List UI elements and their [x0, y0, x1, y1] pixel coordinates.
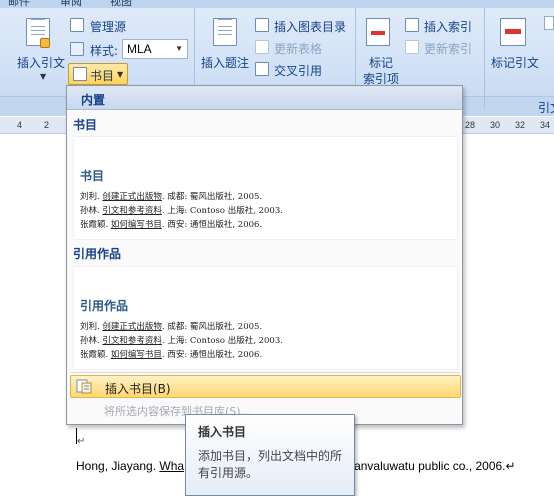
red-bar-icon — [371, 31, 385, 35]
insert-caption-button[interactable]: 插入题注 — [198, 14, 252, 74]
insert-toa-icon — [544, 16, 554, 30]
ruler-tick: 4 — [17, 120, 23, 130]
style-select[interactable]: MLA ▼ — [122, 39, 188, 59]
mark-citation-icon — [500, 18, 526, 46]
update-table-label: 更新表格 — [274, 42, 323, 56]
mark-entry-label-1: 标记 — [369, 56, 394, 70]
dropdown-header-label: 内置 — [81, 93, 106, 107]
bibliography-dropdown: 内置 书目 书目 刘利. 创建正式出版物. 成都: 蜀风出版社, 2005. 孙… — [66, 85, 463, 425]
update-index-label: 更新索引 — [424, 42, 473, 56]
paragraph-mark: ↵ — [77, 436, 86, 447]
insert-table-of-figures-label: 插入图表目录 — [274, 20, 347, 34]
preview-title: 书目 — [80, 169, 105, 183]
tab-view[interactable]: 视图 — [110, 0, 132, 8]
group-label-toa: 引文 — [538, 101, 554, 115]
mark-citation-button[interactable]: 标记引文 — [488, 14, 544, 74]
update-index-button: 更新索引 — [405, 38, 483, 58]
insert-bibliography-icon — [76, 379, 92, 394]
insert-bibliography-menu-item[interactable]: 插入书目(B) — [70, 375, 461, 398]
reference-author: Hong, Jiayang. — [76, 459, 160, 473]
ruler-tick: 28 — [465, 120, 476, 130]
chevron-down-icon: ▼ — [175, 44, 183, 53]
update-table-icon — [255, 40, 269, 54]
gallery-section-title: 书目 — [73, 118, 98, 132]
citation-badge-icon — [40, 38, 50, 48]
gallery-section-title: 引用作品 — [73, 247, 122, 261]
tooltip-title: 插入书目 — [198, 425, 247, 439]
cross-reference-button[interactable]: 交叉引用 — [255, 60, 355, 80]
style-select-value: MLA — [127, 42, 152, 56]
chevron-down-icon: ▼ — [40, 72, 47, 81]
style-label: 样式: — [90, 44, 119, 58]
update-table-button: 更新表格 — [255, 38, 355, 58]
style-label-group: 样式: — [70, 40, 122, 60]
preview-entry: 刘利. 创建正式出版物. 成都: 蜀风出版社, 2005. — [80, 322, 263, 332]
ruler-tick: 34 — [540, 120, 551, 130]
insert-index-label: 插入索引 — [424, 20, 473, 34]
preview-entry: 刘利. 创建正式出版物. 成都: 蜀风出版社, 2005. — [80, 192, 263, 202]
preview-title: 引用作品 — [80, 299, 129, 313]
manage-sources-icon — [70, 18, 84, 32]
chevron-down-icon: ▼ — [117, 70, 124, 79]
manage-sources-label: 管理源 — [90, 20, 127, 34]
tab-mailings[interactable]: 邮件 — [8, 0, 30, 8]
bibliography-button[interactable]: 书目 ▼ — [68, 63, 128, 85]
reference-title: Wha — [159, 459, 185, 473]
dropdown-header: 内置 — [67, 86, 462, 110]
mark-entry-button[interactable]: 标记 索引项 — [360, 14, 402, 90]
preview-entry: 张霞颖. 如何编写书目. 西安: 通恒出版社, 2006. — [80, 220, 263, 230]
ruler-tick: 32 — [515, 120, 526, 130]
cross-reference-label: 交叉引用 — [274, 64, 323, 78]
insert-table-of-figures-button[interactable]: 插入图表目录 — [255, 16, 355, 36]
ruler-tick: 2 — [44, 120, 50, 130]
preview-entry: 孙林. 引文和参考资料. 上海: Contoso 出版社, 2003. — [80, 206, 283, 216]
update-index-icon — [405, 40, 419, 54]
style-icon — [70, 42, 84, 56]
tooltip-body: 添加书目，列出文档中的所有引用源。 — [198, 449, 343, 480]
ruler-tick: 30 — [490, 120, 501, 130]
insert-bibliography-label: 插入书目(B) — [105, 382, 171, 396]
mark-entry-icon — [366, 18, 390, 46]
preview-entry: 张霞颖. 如何编写书目. 西安: 通恒出版社, 2006. — [80, 350, 263, 360]
red-bar-icon — [505, 29, 521, 34]
tab-review[interactable]: 审阅 — [60, 0, 82, 8]
ribbon-tab-strip: 邮件 审阅 视图 — [0, 0, 554, 8]
gallery-item-works-cited[interactable]: 引用作品 刘利. 创建正式出版物. 成都: 蜀风出版社, 2005. 孙林. 引… — [73, 266, 458, 370]
insert-caption-label: 插入题注 — [201, 56, 250, 70]
bibliography-icon — [73, 67, 87, 81]
preview-entry: 孙林. 引文和参考资料. 上海: Contoso 出版社, 2003. — [80, 336, 283, 346]
insert-citation-button[interactable]: 插入引文 ▼ — [12, 14, 68, 86]
bibliography-label: 书目 — [90, 69, 115, 83]
ribbon-separator — [484, 8, 485, 108]
insert-index-icon — [405, 18, 419, 32]
gallery-item-bibliography[interactable]: 书目 刘利. 创建正式出版物. 成都: 蜀风出版社, 2005. 孙林. 引文和… — [73, 136, 458, 240]
insert-index-button[interactable]: 插入索引 — [405, 16, 483, 36]
insert-citation-label: 插入引文 — [17, 56, 66, 70]
insert-caption-icon — [213, 18, 237, 46]
table-of-figures-icon — [255, 18, 269, 32]
insert-bibliography-tooltip: 插入书目 添加书目，列出文档中的所有引用源。 — [185, 414, 355, 496]
menu-divider — [71, 372, 460, 373]
reference-publisher: anvaluwatu public co., 2006.↵ — [354, 459, 516, 473]
manage-sources-button[interactable]: 管理源 — [70, 16, 160, 36]
mark-citation-label: 标记引文 — [491, 56, 540, 70]
cross-reference-icon — [255, 62, 269, 76]
